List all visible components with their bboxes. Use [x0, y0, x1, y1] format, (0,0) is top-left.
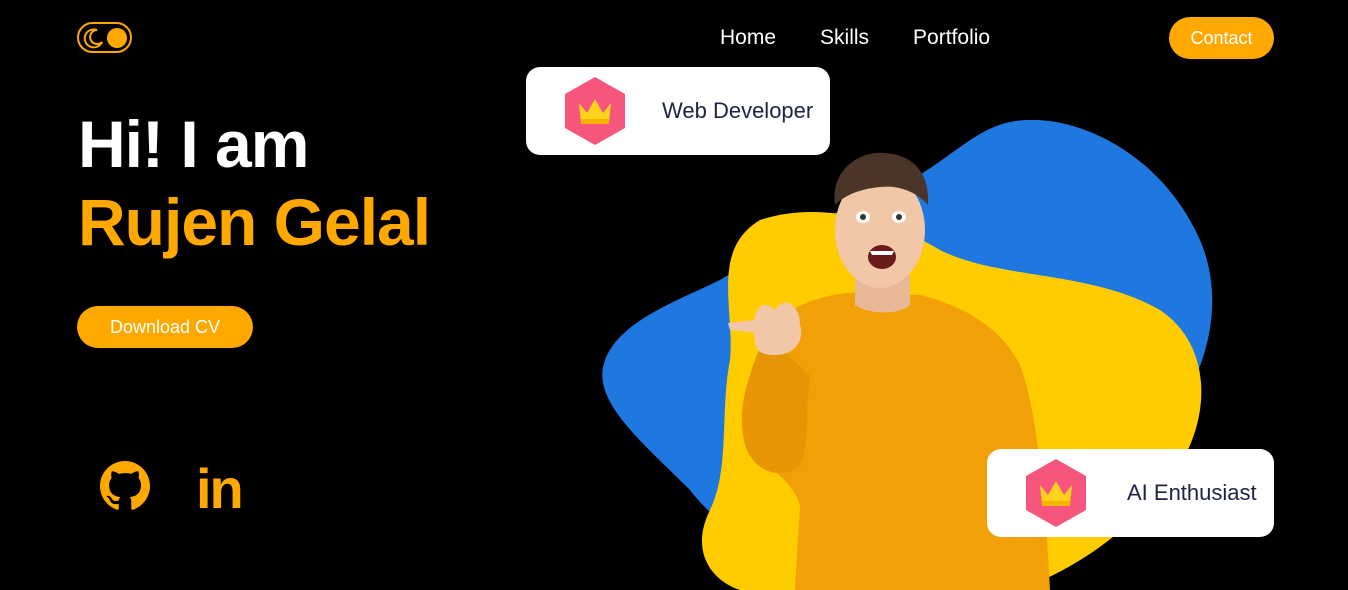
skill-card-ai: AI Enthusiast	[987, 449, 1274, 537]
main-nav: Home Skills Portfolio	[720, 24, 1034, 51]
linkedin-link[interactable]: in	[196, 461, 244, 517]
moon-icon	[83, 28, 103, 49]
nav-portfolio[interactable]: Portfolio	[913, 24, 990, 51]
github-icon	[100, 461, 150, 510]
skill-label-ai: AI Enthusiast	[1127, 480, 1257, 505]
crown-icon	[1026, 459, 1086, 527]
hero-name: Rujen Gelal	[78, 185, 431, 259]
hero-greeting: Hi! I am	[78, 107, 309, 181]
crown-icon	[565, 77, 625, 145]
toggle-knob	[107, 28, 127, 48]
github-link[interactable]	[100, 460, 150, 517]
nav-skills[interactable]: Skills	[820, 24, 869, 51]
download-cv-button[interactable]: Download CV	[77, 306, 253, 348]
contact-button[interactable]: Contact	[1169, 17, 1274, 59]
theme-toggle[interactable]	[77, 22, 132, 53]
nav-home[interactable]: Home	[720, 24, 776, 51]
skill-card-web: Web Developer	[526, 67, 830, 155]
skill-label-web: Web Developer	[662, 98, 814, 123]
